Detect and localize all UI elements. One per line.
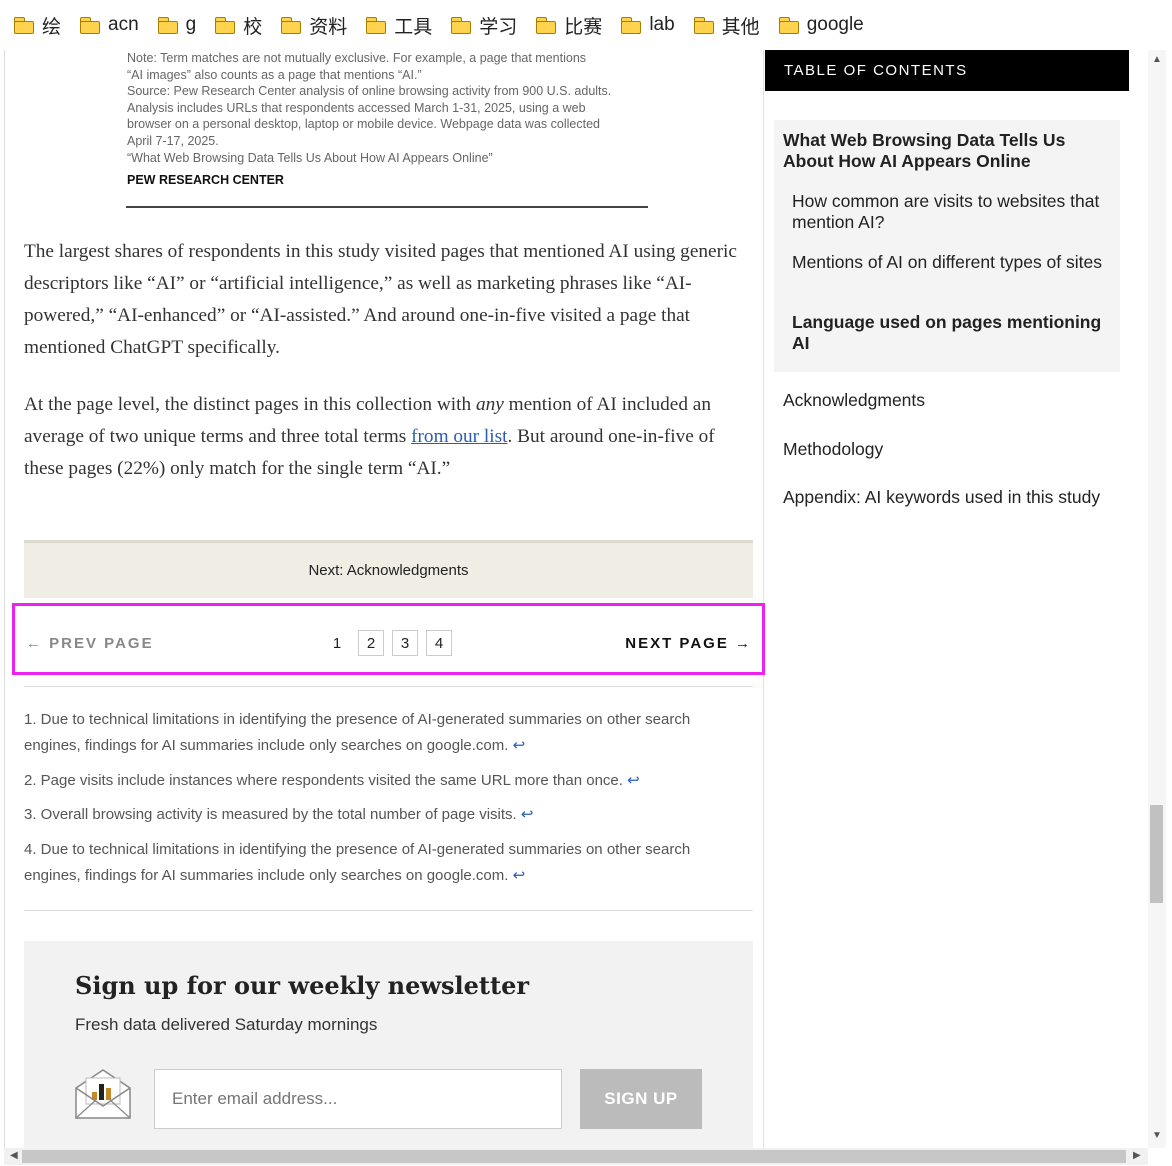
toc-link-acknowledgments[interactable]: Acknowledgments bbox=[783, 390, 925, 411]
bookmark-folder[interactable]: g bbox=[157, 14, 197, 36]
footnote-text: 1. Due to technical limitations in ident… bbox=[24, 711, 691, 754]
bookmark-label: 校 bbox=[243, 16, 263, 38]
newsletter-title: Sign up for our weekly newsletter bbox=[75, 971, 530, 1000]
toc-link-appendix[interactable]: Appendix: AI keywords used in this study bbox=[783, 487, 1100, 508]
folder-icon bbox=[621, 17, 642, 34]
bookmark-folder[interactable]: 工具 bbox=[366, 12, 432, 39]
bookmark-label: acn bbox=[108, 14, 139, 35]
emphasis: any bbox=[475, 394, 504, 415]
vertical-scrollbar[interactable] bbox=[1148, 50, 1166, 1148]
page-numbers: 1 2 3 4 bbox=[324, 630, 460, 656]
footnote: 1. Due to technical limitations in ident… bbox=[24, 707, 739, 759]
footnote-text: 3. Overall browsing activity is measured… bbox=[24, 806, 517, 823]
text-span: At the page level, the distinct pages in… bbox=[24, 394, 476, 415]
page-border bbox=[4, 50, 5, 1150]
folder-icon bbox=[80, 17, 101, 34]
from-our-list-link[interactable]: from our list bbox=[411, 426, 507, 447]
newsletter-subtitle: Fresh data delivered Saturday mornings bbox=[75, 1015, 378, 1034]
column-divider bbox=[763, 50, 764, 1150]
report-title-line: “What Web Browsing Data Tells Us About H… bbox=[127, 150, 493, 165]
folder-icon bbox=[536, 17, 557, 34]
source-line: browser on a personal desktop, laptop or… bbox=[127, 117, 600, 132]
envelope-chart-icon bbox=[75, 1069, 131, 1119]
bookmark-label: 资料 bbox=[309, 16, 348, 38]
body-paragraph: The largest shares of respondents in thi… bbox=[24, 241, 737, 358]
scroll-left-arrow-icon[interactable]: ◀ bbox=[10, 1150, 18, 1161]
bookmark-folder[interactable]: lab bbox=[621, 14, 675, 36]
email-input[interactable] bbox=[154, 1069, 562, 1129]
footnote-text: 4. Due to technical limitations in ident… bbox=[24, 841, 691, 884]
bookmark-folder[interactable]: 绘 bbox=[14, 12, 61, 39]
footnote-text: 2. Page visits include instances where r… bbox=[24, 772, 623, 789]
page-number-link[interactable]: 2 bbox=[358, 630, 384, 656]
source-line: Analysis includes URLs that respondents … bbox=[127, 100, 586, 115]
body-paragraph: At the page level, the distinct pages in… bbox=[24, 389, 754, 485]
pew-brand: PEW RESEARCH CENTER bbox=[127, 173, 284, 187]
bookmark-label: google bbox=[806, 14, 864, 35]
folder-icon bbox=[778, 17, 799, 34]
folder-icon bbox=[693, 17, 714, 34]
bookmark-label: 比赛 bbox=[564, 16, 603, 38]
note-line: “AI images” also counts as a page that m… bbox=[127, 67, 422, 82]
scroll-up-arrow-icon[interactable]: ▲ bbox=[1152, 54, 1162, 65]
footnote-back-link[interactable]: ↩ bbox=[513, 737, 526, 754]
bookmark-label: 绘 bbox=[42, 16, 62, 38]
folder-icon bbox=[366, 17, 387, 34]
note-line: Note: Term matches are not mutually excl… bbox=[127, 51, 587, 65]
toc-current-section: What Web Browsing Data Tells Us About Ho… bbox=[774, 120, 1120, 372]
bookmark-folder[interactable]: 比赛 bbox=[536, 12, 602, 39]
bookmark-folder[interactable]: google bbox=[778, 14, 864, 36]
divider bbox=[24, 910, 753, 911]
folder-icon bbox=[215, 17, 236, 34]
scroll-right-arrow-icon[interactable]: ▶ bbox=[1133, 1150, 1141, 1161]
bookmark-label: 其他 bbox=[721, 16, 760, 38]
footnote: 3. Overall browsing activity is measured… bbox=[24, 802, 739, 828]
bookmark-label: 工具 bbox=[394, 16, 433, 38]
toc-report-link[interactable]: What Web Browsing Data Tells Us About Ho… bbox=[783, 130, 1103, 172]
source-line: Source: Pew Research Center analysis of … bbox=[127, 84, 612, 99]
next-page-button[interactable]: NEXT PAGE → bbox=[625, 635, 752, 652]
toc-sub-link[interactable]: Mentions of AI on different types of sit… bbox=[792, 252, 1110, 273]
footnote-back-link[interactable]: ↩ bbox=[627, 772, 640, 789]
folder-icon bbox=[157, 17, 178, 34]
source-line: April 7-17, 2025. bbox=[127, 133, 219, 148]
figure-rule bbox=[126, 206, 648, 208]
next-section-link[interactable]: Next: Acknowledgments bbox=[24, 540, 753, 598]
bookmark-folder[interactable]: 校 bbox=[215, 12, 262, 39]
folder-icon bbox=[14, 17, 34, 34]
bookmark-folder[interactable]: 其他 bbox=[693, 12, 760, 39]
vertical-scroll-thumb[interactable] bbox=[1150, 805, 1163, 903]
figure-note: Note: Term matches are not mutually excl… bbox=[127, 50, 647, 166]
bookmark-folder[interactable]: 资料 bbox=[281, 12, 347, 39]
toc-link-methodology[interactable]: Methodology bbox=[783, 439, 883, 460]
footnote-back-link[interactable]: ↩ bbox=[521, 806, 534, 823]
horizontal-scroll-thumb[interactable] bbox=[22, 1150, 1126, 1163]
footnote: 2. Page visits include instances where r… bbox=[24, 768, 739, 794]
toc-sub-link-active[interactable]: Language used on pages mentioning AI bbox=[792, 312, 1110, 354]
footnote: 4. Due to technical limitations in ident… bbox=[24, 837, 739, 889]
toc-heading: TABLE OF CONTENTS bbox=[765, 50, 1129, 91]
bookmark-label: g bbox=[185, 14, 197, 35]
sign-up-button[interactable]: SIGN UP bbox=[580, 1069, 702, 1129]
bookmark-label: lab bbox=[649, 14, 675, 35]
divider bbox=[24, 686, 753, 687]
folder-icon bbox=[281, 17, 302, 34]
bookmark-folder[interactable]: 学习 bbox=[451, 12, 517, 39]
bookmark-folder[interactable]: acn bbox=[80, 14, 139, 36]
bookmark-label: 学习 bbox=[479, 16, 518, 38]
page-number-link[interactable]: 3 bbox=[392, 630, 418, 656]
footnote-back-link[interactable]: ↩ bbox=[513, 867, 526, 884]
scroll-down-arrow-icon[interactable]: ▼ bbox=[1152, 1130, 1162, 1141]
folder-icon bbox=[451, 17, 472, 34]
bookmarks-bar: 绘 acn g 校 资料 工具 学习 比赛 lab 其他 google bbox=[0, 0, 1172, 50]
toc-sub-link[interactable]: How common are visits to websites that m… bbox=[792, 191, 1110, 233]
prev-page-button[interactable]: ← PREV PAGE bbox=[26, 635, 154, 652]
page-number-current: 1 bbox=[332, 634, 342, 652]
newsletter-signup: Sign up for our weekly newsletter Fresh … bbox=[24, 941, 753, 1156]
page-number-link[interactable]: 4 bbox=[426, 630, 452, 656]
